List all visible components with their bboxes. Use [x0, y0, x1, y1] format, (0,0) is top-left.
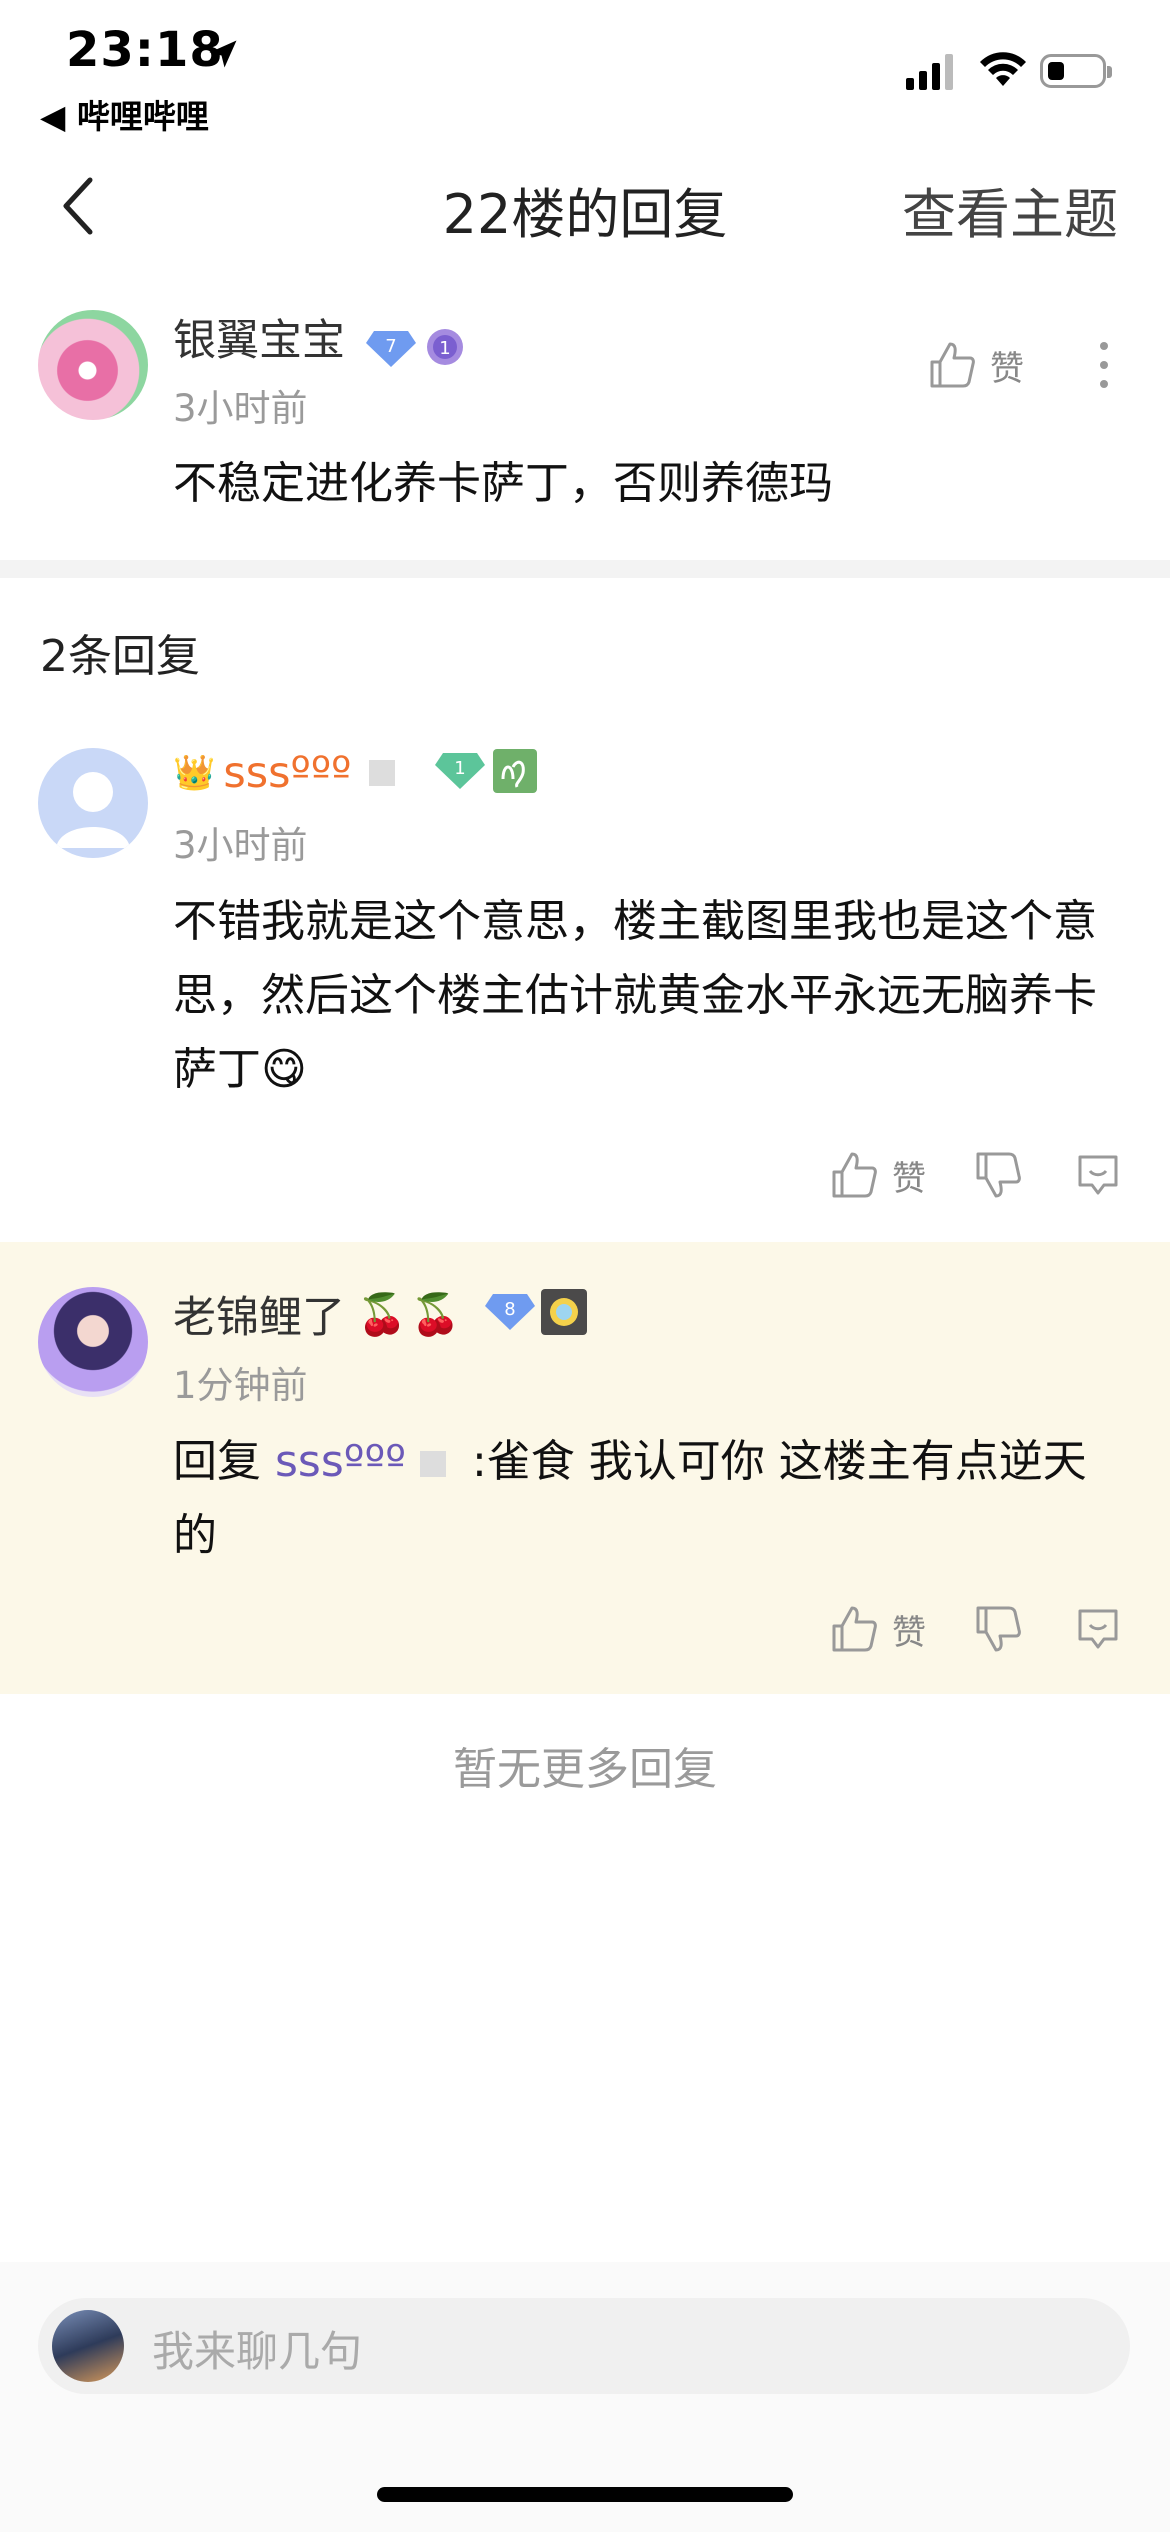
- battery-icon: [1040, 54, 1112, 88]
- like-label: 赞: [990, 348, 1024, 389]
- back-to-app[interactable]: ◀ 哔哩哔哩: [40, 90, 209, 138]
- post-content: 不稳定进化养卡萨丁，否则养德玛: [173, 458, 833, 509]
- level-text: 8: [504, 1299, 515, 1320]
- reply-prefix: 回复: [173, 1436, 275, 1487]
- comment-icon[interactable]: [1074, 1605, 1122, 1653]
- reply-actions: 赞: [830, 1150, 1122, 1200]
- username[interactable]: 老锦鲤了: [173, 1283, 345, 1345]
- input-placeholder[interactable]: 我来聊几句: [152, 2318, 362, 2379]
- location-arrow-icon: [209, 40, 237, 68]
- zodiac-icon: [493, 749, 538, 797]
- crown-icon: 👑: [173, 753, 216, 793]
- reply-actions: 赞: [830, 1604, 1122, 1654]
- view-topic-link[interactable]: 查看主题: [902, 170, 1118, 249]
- sun-badge-icon: [540, 1289, 587, 1339]
- username-row: 老锦鲤了 🍒🍒 8: [173, 1283, 587, 1345]
- no-more-replies: 暂无更多回复: [453, 1744, 717, 1795]
- username[interactable]: 银翼宝宝: [173, 316, 345, 366]
- like-button[interactable]: 赞: [830, 1150, 926, 1200]
- reply-target-user[interactable]: sssººº: [275, 1436, 406, 1487]
- placeholder-square-icon: [369, 760, 396, 786]
- like-button[interactable]: 赞: [928, 340, 1024, 390]
- medal-text: 1: [439, 338, 450, 359]
- signal-icon: [906, 54, 953, 90]
- thumb-down-icon[interactable]: [974, 1604, 1022, 1654]
- cherry-emoji: 🍒🍒: [357, 1291, 465, 1338]
- thumb-up-icon: [832, 1152, 877, 1198]
- level-diamond-icon: 7: [364, 329, 418, 373]
- section-divider: [0, 560, 1170, 578]
- avatar[interactable]: [38, 1287, 148, 1397]
- avatar[interactable]: [38, 748, 148, 858]
- thumb-up-icon: [832, 1606, 877, 1652]
- like-button[interactable]: 赞: [830, 1604, 926, 1654]
- more-icon[interactable]: [1098, 340, 1110, 394]
- thumb-down-icon[interactable]: [974, 1150, 1022, 1200]
- username[interactable]: sssººº: [223, 748, 351, 798]
- comment-icon[interactable]: [1074, 1151, 1122, 1199]
- placeholder-square-icon: [419, 1451, 446, 1477]
- wifi-icon: [980, 52, 1026, 86]
- reply-content: 回复 sssººº :雀食 我认可你 这楼主有点逆天的: [173, 1425, 1123, 1573]
- level-text: 7: [385, 336, 396, 357]
- username-row: 👑 sssººº 1: [173, 748, 538, 798]
- avatar[interactable]: [38, 310, 148, 420]
- reply-text: 不错我就是这个意思，楼主截图里我也是这个意思，然后这个楼主估计就黄金水平永远无脑…: [173, 896, 1097, 1095]
- medal-icon: 1: [423, 327, 467, 375]
- emoji: 😋: [261, 1044, 307, 1095]
- my-avatar: [52, 2310, 124, 2382]
- like-label: 赞: [892, 1612, 926, 1653]
- post-time: 3小时前: [173, 387, 308, 430]
- status-time: 23:18: [66, 22, 224, 78]
- level-diamond-icon: 1: [433, 751, 487, 795]
- home-indicator[interactable]: [377, 2487, 793, 2502]
- thumb-up-icon: [930, 342, 975, 388]
- reply-content: 不错我就是这个意思，楼主截图里我也是这个意思，然后这个楼主估计就黄金水平永远无脑…: [173, 885, 1113, 1107]
- reply-count: 2条回复: [40, 631, 200, 682]
- like-label: 赞: [892, 1158, 926, 1199]
- level-diamond-icon: 8: [483, 1292, 537, 1336]
- level-text: 1: [455, 758, 466, 779]
- reply-time: 3小时前: [173, 824, 308, 867]
- username-row: 银翼宝宝 7 1: [173, 306, 467, 375]
- reply-time: 1分钟前: [173, 1364, 308, 1407]
